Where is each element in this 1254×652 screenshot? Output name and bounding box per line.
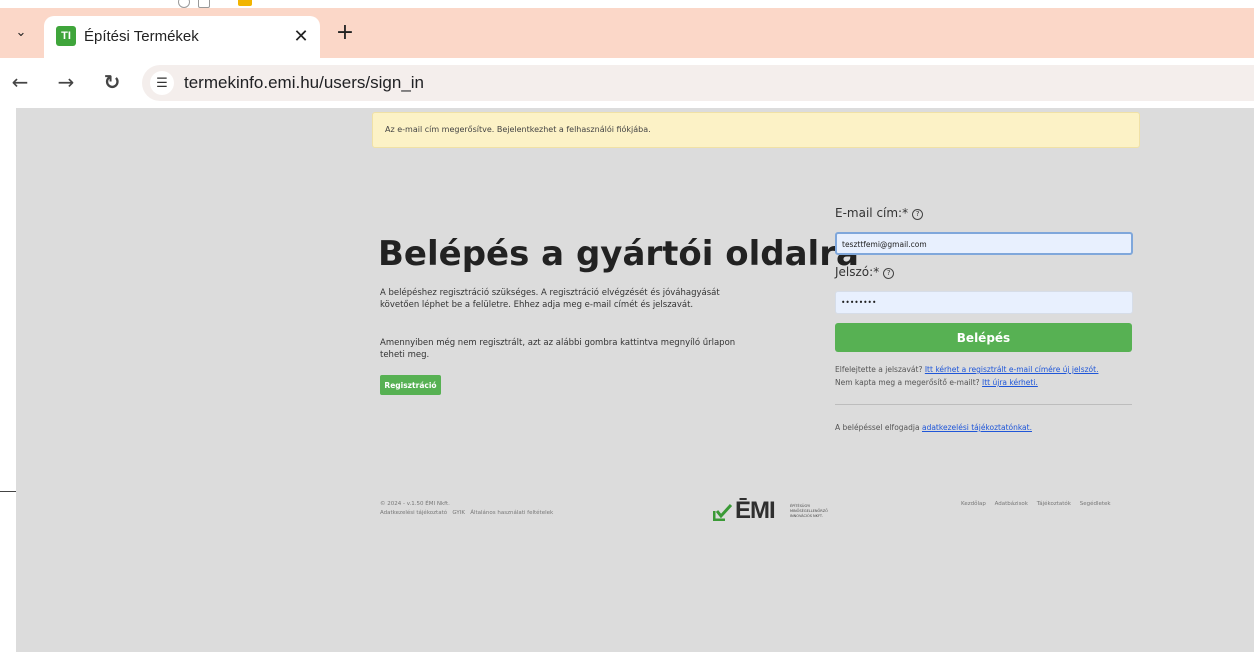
browser-top-strip <box>0 0 1254 8</box>
privacy-link[interactable]: adatkezelési tájékoztatónkat. <box>922 423 1032 432</box>
email-value: teszttfemi@gmail.com <box>842 240 927 249</box>
site-info-icon[interactable]: ☰ <box>150 71 174 95</box>
resend-link[interactable]: Itt újra kérheti. <box>982 378 1038 387</box>
page-content: Az e-mail cím megerősítve. Bejelentkezhe… <box>16 108 1254 652</box>
forgot-password-link[interactable]: Itt kérhet a regisztrált e-mail címére ú… <box>925 365 1099 374</box>
copyright: © 2024 - v.1.50 ÉMI Nkft. <box>380 501 450 507</box>
form-divider <box>835 404 1132 405</box>
browser-tab[interactable]: TI Építési Termékek ✕ <box>44 16 320 58</box>
footer-links-left: Adatkezelési tájékoztató GYIK Általános … <box>380 510 553 516</box>
tab-bar: ⌄ TI Építési Termékek ✕ + <box>0 8 1254 58</box>
footer-link[interactable]: Tájékoztatók <box>1037 501 1071 507</box>
footer-link[interactable]: Kezdőlap <box>961 501 986 507</box>
forward-arrow-icon[interactable]: → <box>54 70 78 94</box>
email-input[interactable]: teszttfemi@gmail.com <box>835 232 1133 255</box>
logo-check-icon <box>713 503 733 521</box>
tab-search-chevron-icon[interactable]: ⌄ <box>10 20 32 44</box>
logo-text: ĒMI <box>735 497 776 524</box>
alert-text: Az e-mail cím megerősítve. Bejelentkezhe… <box>385 125 651 134</box>
close-tab-icon[interactable]: ✕ <box>290 25 312 47</box>
password-label-text: Jelszó:* <box>835 265 880 279</box>
password-value: •••••••• <box>841 298 877 307</box>
footer-links-right: Kezdőlap Adatbázisok Tájékoztatók Segédl… <box>954 501 1111 507</box>
email-label: E-mail cím:*? <box>835 206 924 220</box>
email-label-text: E-mail cím:* <box>835 206 909 220</box>
new-tab-button[interactable]: + <box>334 20 356 45</box>
password-input[interactable]: •••••••• <box>835 291 1133 314</box>
footer-link[interactable]: GYIK <box>452 510 465 516</box>
privacy-prefix: A belépéssel elfogadja <box>835 423 920 432</box>
privacy-line: A belépéssel elfogadja adatkezelési tájé… <box>835 423 1032 432</box>
intro-text-2: Amennyiben még nem regisztrált, azt az a… <box>380 338 736 360</box>
extension-icon[interactable] <box>178 0 190 8</box>
footer-link[interactable]: Adatbázisok <box>995 501 1028 507</box>
url-bar[interactable]: ☰ termekinfo.emi.hu/users/sign_in <box>142 65 1254 101</box>
left-edge-strip <box>0 108 32 652</box>
logo-subtitle: ÉPÍTÉSÜGYI MINŐSÉGELLENŐRZŐ INNOVÁCIÓS N… <box>790 504 828 518</box>
footer-link[interactable]: Adatkezelési tájékoztató <box>380 510 447 516</box>
url-text[interactable]: termekinfo.emi.hu/users/sign_in <box>184 73 424 93</box>
help-icon[interactable]: ? <box>883 268 895 279</box>
password-label: Jelszó:*? <box>835 265 895 279</box>
resend-line: Nem kapta meg a megerősítő e-mailt? Itt … <box>835 378 1038 387</box>
login-button[interactable]: Belépés <box>835 323 1132 352</box>
tab-title: Építési Termékek <box>84 28 199 45</box>
help-icon[interactable]: ? <box>912 209 924 220</box>
page-title: Belépés a gyártói oldalra <box>378 234 859 274</box>
reload-icon[interactable]: ↻ <box>100 70 124 94</box>
confirmation-alert: Az e-mail cím megerősítve. Bejelentkezhe… <box>372 112 1140 148</box>
forgot-prefix: Elfelejtette a jelszavát? <box>835 365 923 374</box>
forgot-password-line: Elfelejtette a jelszavát? Itt kérhet a r… <box>835 365 1098 374</box>
resend-prefix: Nem kapta meg a megerősítő e-mailt? <box>835 378 980 387</box>
bookmark-icon[interactable] <box>198 0 210 8</box>
site-favicon-icon: TI <box>56 26 76 46</box>
address-toolbar: ← → ↻ ☰ termekinfo.emi.hu/users/sign_in <box>0 58 1254 108</box>
back-arrow-icon[interactable]: ← <box>8 70 32 94</box>
footer-link[interactable]: Segédletek <box>1080 501 1111 507</box>
intro-text: A belépéshez regisztráció szükséges. A r… <box>380 288 720 310</box>
extension-badge-icon[interactable] <box>238 0 252 6</box>
footer-link[interactable]: Általános használati feltételek <box>470 510 553 516</box>
register-button[interactable]: Regisztráció <box>380 375 441 395</box>
